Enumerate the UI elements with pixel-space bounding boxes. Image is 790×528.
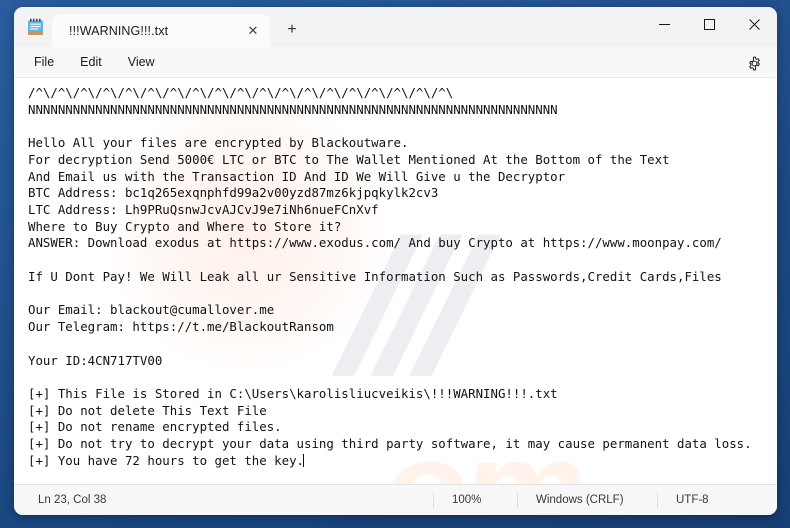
- tab-warning-txt[interactable]: !!!WARNING!!!.txt ✕: [52, 14, 270, 47]
- tab-title: !!!WARNING!!!.txt: [69, 23, 169, 38]
- new-tab-button[interactable]: +: [277, 15, 307, 45]
- cursor-position: Ln 23, Col 38: [38, 494, 107, 506]
- text-editor-area[interactable]: /// om /^\/^\/^\/^\/^\/^\/^\/^\/^\/^\/^\…: [14, 78, 777, 484]
- notepad-window: !!!WARNING!!!.txt ✕ + File Edit View ///…: [14, 7, 777, 515]
- status-bar: Ln 23, Col 38 100% Windows (CRLF) UTF-8: [14, 484, 777, 515]
- menu-item-edit[interactable]: Edit: [68, 51, 114, 73]
- document-body: /^\/^\/^\/^\/^\/^\/^\/^\/^\/^\/^\/^\/^\/…: [28, 85, 752, 468]
- desktop-background: !!!WARNING!!!.txt ✕ + File Edit View ///…: [0, 0, 790, 528]
- line-ending[interactable]: Windows (CRLF): [517, 492, 657, 508]
- document-text[interactable]: /^\/^\/^\/^\/^\/^\/^\/^\/^\/^\/^\/^\/^\/…: [14, 78, 777, 470]
- encoding[interactable]: UTF-8: [657, 492, 777, 508]
- text-caret: [303, 453, 305, 467]
- close-tab-icon[interactable]: ✕: [240, 18, 266, 44]
- maximize-icon[interactable]: [687, 7, 732, 41]
- close-icon[interactable]: [732, 7, 777, 41]
- notepad-icon: [20, 7, 50, 47]
- menu-item-view[interactable]: View: [116, 51, 167, 73]
- menu-bar: File Edit View: [14, 47, 777, 78]
- zoom-level[interactable]: 100%: [433, 492, 517, 508]
- minimize-icon[interactable]: [642, 7, 687, 41]
- window-controls: [642, 7, 777, 41]
- title-bar: !!!WARNING!!!.txt ✕ +: [14, 7, 777, 47]
- gear-icon[interactable]: [741, 50, 767, 76]
- menu-item-file[interactable]: File: [22, 51, 66, 73]
